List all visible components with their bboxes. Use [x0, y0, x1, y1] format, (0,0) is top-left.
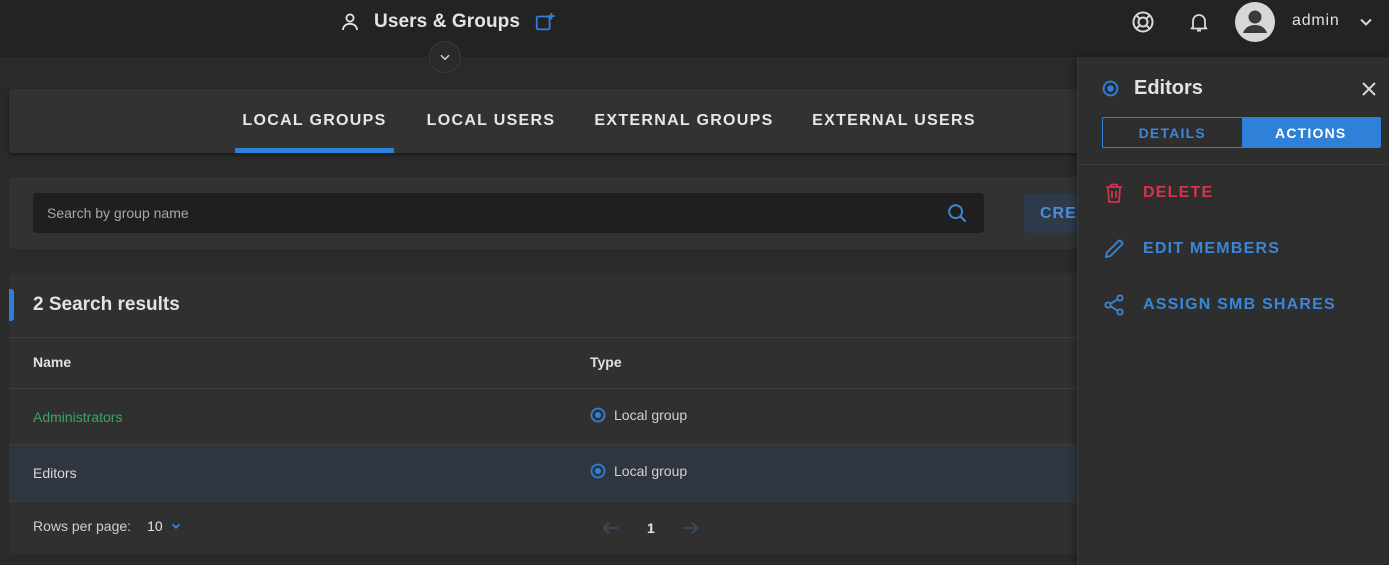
help-lifebuoy-icon[interactable] — [1131, 10, 1155, 34]
column-header-name[interactable]: Name — [33, 354, 71, 370]
group-type-label: Local group — [614, 463, 688, 479]
divider — [9, 501, 1089, 502]
tab-external-groups[interactable]: EXTERNAL GROUPS — [587, 89, 781, 153]
assign-smb-shares-action[interactable]: ASSIGN SMB SHARES — [1102, 293, 1336, 317]
panel-title: Editors — [1134, 77, 1203, 99]
divider — [9, 337, 1089, 338]
results-count-title: 2 Search results — [33, 294, 180, 315]
assign-smb-shares-action-label: ASSIGN SMB SHARES — [1143, 296, 1336, 313]
panel-header: Editors — [1102, 77, 1203, 100]
group-type-cell: Local group — [590, 463, 687, 479]
results-table-card: 2 Search results Name Type Administrator… — [9, 273, 1089, 554]
chevron-down-icon[interactable] — [1356, 12, 1376, 32]
pencil-icon — [1105, 239, 1124, 258]
group-type-label: Local group — [614, 407, 688, 423]
rows-per-page: Rows per page: 10 — [33, 518, 183, 534]
person-icon — [342, 13, 358, 31]
results-accent-bar — [9, 289, 14, 321]
local-group-icon — [1102, 80, 1119, 97]
table-row[interactable]: Editors Local group — [9, 445, 1089, 501]
group-type-cell: Local group — [590, 407, 687, 423]
chevron-down-icon — [440, 54, 450, 61]
delete-action[interactable]: DELETE — [1102, 181, 1213, 205]
trash-icon — [1106, 183, 1122, 203]
group-name-link[interactable]: Administrators — [33, 409, 122, 425]
share-icon — [1104, 294, 1124, 316]
tab-local-groups[interactable]: LOCAL GROUPS — [235, 89, 394, 153]
search-input[interactable] — [33, 205, 913, 221]
close-icon[interactable] — [1360, 80, 1378, 98]
edit-members-action-label: EDIT MEMBERS — [1143, 240, 1281, 257]
segment-actions[interactable]: ACTIONS — [1241, 118, 1380, 147]
open-in-new-icon[interactable] — [534, 11, 556, 33]
user-avatar[interactable] — [1235, 2, 1275, 42]
chevron-down-icon[interactable] — [169, 519, 183, 533]
search-box — [33, 193, 984, 233]
table-row[interactable]: Administrators Local group — [9, 389, 1089, 445]
username-label[interactable]: admin — [1292, 12, 1340, 30]
page-title: Users & Groups — [374, 11, 521, 32]
current-page: 1 — [647, 520, 655, 536]
collapse-header-button[interactable] — [429, 41, 461, 73]
rows-per-page-label: Rows per page: — [33, 518, 132, 534]
segment-details[interactable]: DETAILS — [1103, 118, 1242, 147]
panel-segmented-control: DETAILS ACTIONS — [1102, 117, 1381, 148]
page-header: Users & Groups — [338, 8, 556, 36]
local-group-icon — [590, 463, 606, 479]
rows-per-page-select[interactable]: 10 — [147, 518, 163, 534]
avatar-person-icon — [1243, 10, 1267, 33]
group-name-link[interactable]: Editors — [33, 465, 77, 481]
search-card: CREA — [9, 177, 1114, 249]
column-header-type[interactable]: Type — [590, 354, 622, 370]
tab-bar: LOCAL GROUPS LOCAL USERS EXTERNAL GROUPS… — [9, 89, 1089, 153]
group-details-panel: Editors DETAILS ACTIONS DELETE EDIT MEMB… — [1077, 57, 1389, 565]
previous-page-icon[interactable] — [600, 517, 622, 539]
divider — [1078, 164, 1389, 165]
notifications-bell-icon[interactable] — [1187, 10, 1211, 34]
top-bar: Users & Groups admin — [0, 0, 1389, 73]
local-group-icon — [590, 407, 606, 423]
delete-action-label: DELETE — [1143, 184, 1214, 201]
next-page-icon[interactable] — [679, 517, 701, 539]
search-icon[interactable] — [946, 202, 968, 224]
edit-members-action[interactable]: EDIT MEMBERS — [1102, 237, 1280, 261]
tab-external-users[interactable]: EXTERNAL USERS — [803, 89, 985, 153]
tab-local-users[interactable]: LOCAL USERS — [416, 89, 566, 153]
